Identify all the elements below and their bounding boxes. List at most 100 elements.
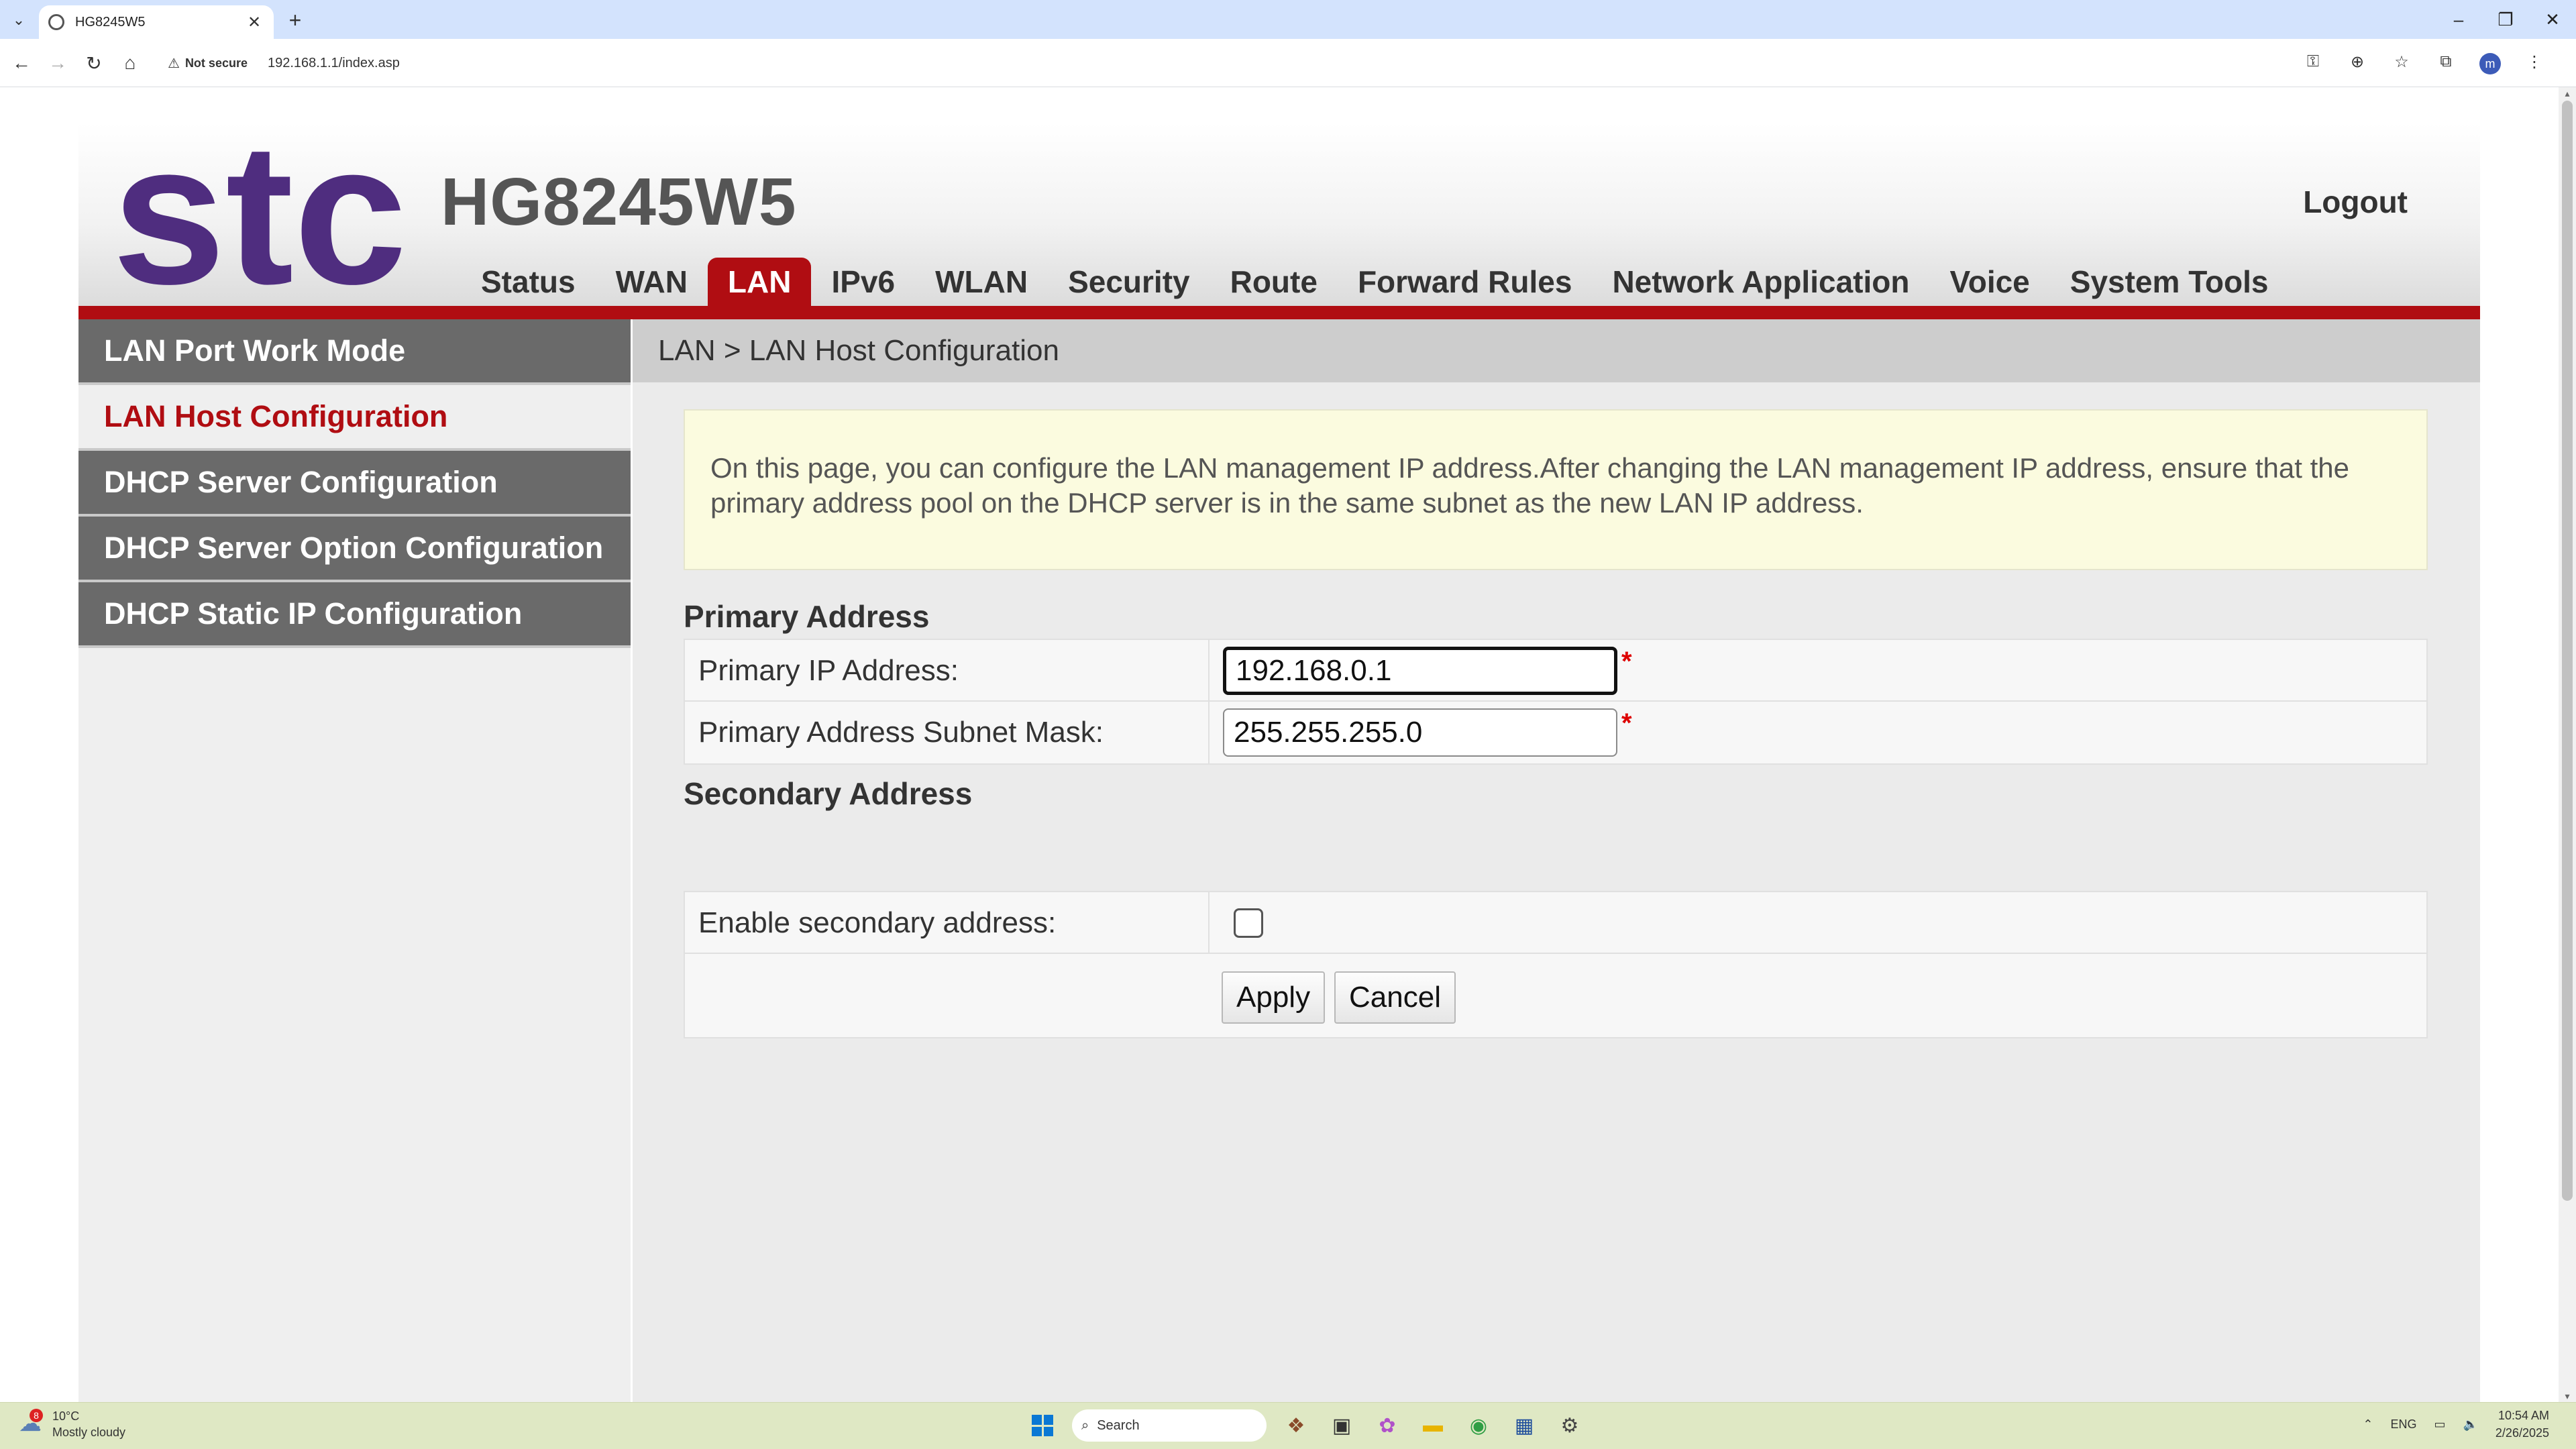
back-arrow-icon[interactable]: ← [8,50,35,76]
nav-lan[interactable]: LAN [707,258,812,306]
nav-route[interactable]: Route [1210,258,1338,306]
widgets-icon[interactable]: ❖ [1280,1409,1312,1442]
sidebar: LAN Port Work Mode LAN Host Configuratio… [78,319,631,1402]
forward-arrow-icon[interactable]: → [44,50,71,76]
taskbar-search[interactable]: ⌕ Search [1072,1409,1267,1442]
new-tab-button[interactable]: + [282,7,309,34]
device-model: HG8245W5 [441,164,797,239]
language-indicator[interactable]: ENG [2390,1417,2416,1432]
subnet-mask-input[interactable] [1223,708,1617,757]
store-icon[interactable]: ▦ [1508,1409,1540,1442]
clock-time: 10:54 AM [2498,1409,2549,1422]
required-marker: * [1621,647,1632,676]
clock-date: 2/26/2025 [2495,1426,2549,1440]
tab-close-icon[interactable]: ✕ [244,13,264,32]
windows-start-icon[interactable] [1026,1409,1059,1442]
extensions-icon[interactable]: ⧉ [2431,47,2461,76]
apply-button[interactable]: Apply [1222,971,1326,1024]
warning-triangle-icon[interactable]: ⚠ [168,55,180,72]
system-tray: ⌃ ENG ▭ 🔈 10:54 AM 2/26/2025 [2363,1407,2549,1442]
main-content: LAN > LAN Host Configuration On this pag… [633,319,2480,1402]
logout-link[interactable]: Logout [2303,184,2408,220]
address-bar[interactable]: ⚠ Not secure 192.168.1.1/index.asp [158,47,2526,79]
bookmark-star-icon[interactable]: ☆ [2387,47,2416,76]
browser-tabstrip: ⌄ HG8245W5 ✕ + – ❐ ✕ [0,0,2576,39]
sidebar-item-dhcp-server-option-configuration[interactable]: DHCP Server Option Configuration [78,517,631,582]
network-icon[interactable]: ▭ [2434,1417,2445,1432]
copilot-icon[interactable]: ✿ [1371,1409,1403,1442]
file-explorer-icon[interactable]: ▬ [1417,1409,1449,1442]
restore-icon[interactable]: ❐ [2482,0,2529,39]
nav-system-tools[interactable]: System Tools [2050,258,2289,306]
chrome-icon[interactable]: ◉ [1462,1409,1495,1442]
sidebar-item-dhcp-static-ip-configuration[interactable]: DHCP Static IP Configuration [78,582,631,648]
cancel-button[interactable]: Cancel [1334,971,1456,1024]
secondary-address-table-row: Enable secondary address: [684,891,2428,954]
sidebar-item-lan-host-configuration[interactable]: LAN Host Configuration [78,385,631,451]
page-header: stc HG8245W5 Logout Status WAN LAN IPv6 … [78,123,2480,306]
weather-description: Mostly cloudy [52,1426,126,1439]
nav-ipv6[interactable]: IPv6 [811,258,915,306]
weather-temperature: 10°C [52,1409,80,1423]
volume-icon[interactable]: 🔈 [2463,1417,2478,1432]
nav-voice[interactable]: Voice [1929,258,2049,306]
weather-widget[interactable]: ☁ 8 10°C Mostly cloudy [19,1408,125,1440]
clock[interactable]: 10:54 AM 2/26/2025 [2496,1407,2549,1442]
subnet-mask-row: Primary Address Subnet Mask: * [685,702,2426,763]
nav-wlan[interactable]: WLAN [915,258,1048,306]
sidebar-item-dhcp-server-configuration[interactable]: DHCP Server Configuration [78,451,631,517]
primary-ip-label: Primary IP Address: [698,654,959,687]
scroll-down-arrow-icon[interactable]: ▾ [2562,1391,2573,1401]
home-icon[interactable]: ⌂ [117,50,144,76]
nav-network-application[interactable]: Network Application [1592,258,1929,306]
search-placeholder: Search [1097,1417,1140,1433]
header-divider [78,306,2480,319]
search-icon: ⌕ [1081,1417,1089,1433]
network-app-icon[interactable]: ⚙ [1554,1409,1586,1442]
tab-title: HG8245W5 [75,14,146,30]
secondary-address-heading: Secondary Address [684,776,973,811]
windows-taskbar: ☁ 8 10°C Mostly cloudy ⌕ Search ❖ ▣ ✿ ▬ … [0,1402,2576,1449]
page-scrollbar[interactable]: ▴ ▾ [2559,87,2576,1402]
info-notice: On this page, you can configure the LAN … [684,409,2428,570]
form-actions: Apply Cancel [684,953,2428,1038]
toolbar-icons: ⚿ ⊕ ☆ ⧉ m ⋮ [2298,47,2549,76]
password-key-icon[interactable]: ⚿ [2298,47,2328,76]
primary-ip-row: Primary IP Address: * [685,640,2426,702]
url-text[interactable]: 192.168.1.1/index.asp [268,56,400,71]
browser-tab[interactable]: HG8245W5 ✕ [39,5,274,39]
nav-security[interactable]: Security [1048,258,1210,306]
subnet-mask-label: Primary Address Subnet Mask: [698,716,1104,749]
scroll-up-arrow-icon[interactable]: ▴ [2562,89,2573,98]
enable-secondary-label: Enable secondary address: [698,906,1057,939]
stc-logo: stc [112,144,407,298]
window-controls: – ❐ ✕ [2435,0,2576,39]
column-divider [1208,640,1210,700]
required-marker: * [1621,708,1632,738]
minimize-icon[interactable]: – [2435,0,2482,39]
sidebar-item-lan-port-work-mode[interactable]: LAN Port Work Mode [78,319,631,385]
notification-badge: 8 [30,1409,43,1422]
security-label[interactable]: Not secure [185,56,248,70]
primary-ip-input[interactable] [1223,647,1617,695]
window-close-icon[interactable]: ✕ [2529,0,2576,39]
profile-button[interactable]: m [2475,47,2505,76]
cloud-icon: ☁ 8 [19,1409,43,1436]
breadcrumb: LAN > LAN Host Configuration [633,319,2480,382]
enable-secondary-checkbox[interactable] [1234,908,1263,938]
scroll-thumb[interactable] [2562,101,2573,1201]
weather-text: 10°C Mostly cloudy [52,1408,125,1440]
kebab-menu-icon[interactable]: ⋮ [2520,47,2549,76]
nav-forward-rules[interactable]: Forward Rules [1338,258,1593,306]
nav-wan[interactable]: WAN [596,258,708,306]
main-nav: Status WAN LAN IPv6 WLAN Security Route … [461,258,2288,306]
reload-icon[interactable]: ↻ [80,50,107,76]
zoom-icon[interactable]: ⊕ [2343,47,2372,76]
enable-secondary-row: Enable secondary address: [685,892,2426,954]
globe-icon [48,14,64,30]
tray-chevron-up-icon[interactable]: ⌃ [2363,1417,2373,1432]
nav-status[interactable]: Status [461,258,596,306]
tab-list-chevron-icon[interactable]: ⌄ [7,8,31,32]
task-view-icon[interactable]: ▣ [1326,1409,1358,1442]
column-divider [1208,892,1210,954]
